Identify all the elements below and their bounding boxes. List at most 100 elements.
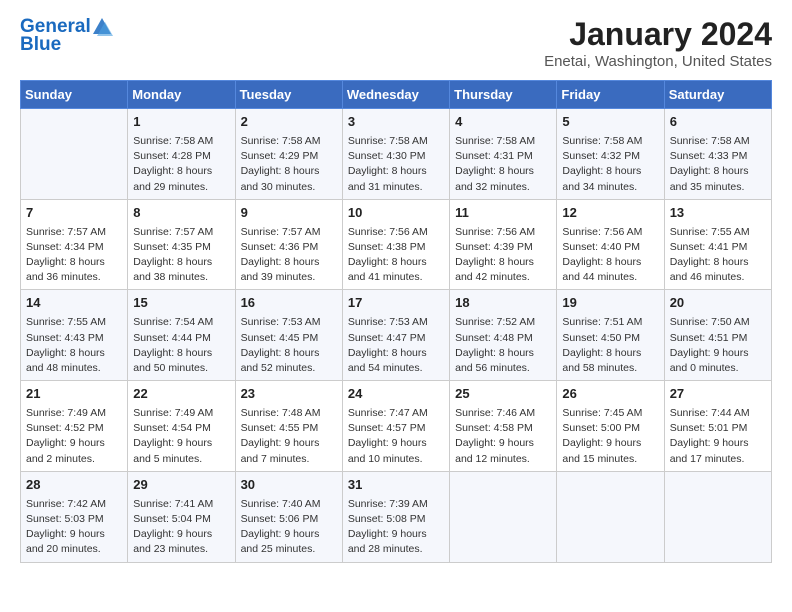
cell-info: Sunrise: 7:46 AM Sunset: 4:58 PM Dayligh… <box>455 406 551 467</box>
date-number: 14 <box>26 294 122 313</box>
date-number: 11 <box>455 204 551 223</box>
date-number: 21 <box>26 385 122 404</box>
cell-info: Sunrise: 7:39 AM Sunset: 5:08 PM Dayligh… <box>348 497 444 558</box>
calendar-cell: 9 Sunrise: 7:57 AM Sunset: 4:36 PM Daylig… <box>235 199 342 290</box>
calendar-cell <box>664 471 771 562</box>
calendar-cell: 1 Sunrise: 7:58 AM Sunset: 4:28 PM Daylig… <box>128 109 235 200</box>
logo: General Blue <box>20 16 113 56</box>
date-number: 30 <box>241 476 337 495</box>
date-number: 1 <box>133 113 229 132</box>
week-row-5: 28Sunrise: 7:42 AM Sunset: 5:03 PM Dayli… <box>21 471 772 562</box>
date-number: 3 <box>348 113 444 132</box>
cell-info: Sunrise: 7:44 AM Sunset: 5:01 PM Dayligh… <box>670 406 766 467</box>
cell-info: Sunrise: 7:58 AM Sunset: 4:31 PM Dayligh… <box>455 134 551 195</box>
calendar-cell: 30 Sunrise: 7:40 AM Sunset: 5:06 PM Dayli… <box>235 471 342 562</box>
date-number: 31 <box>348 476 444 495</box>
date-number: 13 <box>670 204 766 223</box>
calendar-cell: 12Sunrise: 7:56 AM Sunset: 4:40 PM Dayli… <box>557 199 664 290</box>
cell-info: Sunrise: 7:49 AM Sunset: 4:54 PM Dayligh… <box>133 406 229 467</box>
date-number: 16 <box>241 294 337 313</box>
date-number: 22 <box>133 385 229 404</box>
calendar-cell: 27Sunrise: 7:44 AM Sunset: 5:01 PM Dayli… <box>664 381 771 472</box>
day-header-saturday: Saturday <box>664 81 771 109</box>
date-number: 23 <box>241 385 337 404</box>
date-number: 15 <box>133 294 229 313</box>
calendar-cell: 11 Sunrise: 7:56 AM Sunset: 4:39 PM Dayli… <box>450 199 557 290</box>
calendar-cell: 16 Sunrise: 7:53 AM Sunset: 4:45 PM Dayli… <box>235 290 342 381</box>
calendar-cell: 25 Sunrise: 7:46 AM Sunset: 4:58 PM Dayli… <box>450 381 557 472</box>
date-number: 29 <box>133 476 229 495</box>
cell-info: Sunrise: 7:56 AM Sunset: 4:38 PM Dayligh… <box>348 225 444 286</box>
cell-info: Sunrise: 7:58 AM Sunset: 4:33 PM Dayligh… <box>670 134 766 195</box>
date-number: 18 <box>455 294 551 313</box>
calendar-cell: 6 Sunrise: 7:58 AM Sunset: 4:33 PM Daylig… <box>664 109 771 200</box>
calendar-cell: 22 Sunrise: 7:49 AM Sunset: 4:54 PM Dayli… <box>128 381 235 472</box>
calendar-cell: 3 Sunrise: 7:58 AM Sunset: 4:30 PM Daylig… <box>342 109 449 200</box>
cell-info: Sunrise: 7:48 AM Sunset: 4:55 PM Dayligh… <box>241 406 337 467</box>
date-number: 24 <box>348 385 444 404</box>
logo-blue-text: Blue <box>20 34 61 56</box>
calendar-cell: 2 Sunrise: 7:58 AM Sunset: 4:29 PM Daylig… <box>235 109 342 200</box>
week-row-4: 21 Sunrise: 7:49 AM Sunset: 4:52 PM Dayli… <box>21 381 772 472</box>
cell-info: Sunrise: 7:56 AM Sunset: 4:40 PM Dayligh… <box>562 225 658 286</box>
calendar-cell: 18 Sunrise: 7:52 AM Sunset: 4:48 PM Dayli… <box>450 290 557 381</box>
date-number: 25 <box>455 385 551 404</box>
cell-info: Sunrise: 7:57 AM Sunset: 4:36 PM Dayligh… <box>241 225 337 286</box>
cell-info: Sunrise: 7:58 AM Sunset: 4:32 PM Dayligh… <box>562 134 658 195</box>
calendar-cell: 15 Sunrise: 7:54 AM Sunset: 4:44 PM Dayli… <box>128 290 235 381</box>
calendar-cell: 10 Sunrise: 7:56 AM Sunset: 4:38 PM Dayli… <box>342 199 449 290</box>
date-number: 17 <box>348 294 444 313</box>
cell-info: Sunrise: 7:47 AM Sunset: 4:57 PM Dayligh… <box>348 406 444 467</box>
page: General Blue January 2024 Enetai, Washin… <box>0 0 792 612</box>
date-number: 2 <box>241 113 337 132</box>
title-block: January 2024 Enetai, Washington, United … <box>544 16 772 70</box>
cell-info: Sunrise: 7:52 AM Sunset: 4:48 PM Dayligh… <box>455 315 551 376</box>
cell-info: Sunrise: 7:41 AM Sunset: 5:04 PM Dayligh… <box>133 497 229 558</box>
calendar-cell: 26 Sunrise: 7:45 AM Sunset: 5:00 PM Dayli… <box>557 381 664 472</box>
week-row-3: 14Sunrise: 7:55 AM Sunset: 4:43 PM Dayli… <box>21 290 772 381</box>
cell-info: Sunrise: 7:57 AM Sunset: 4:35 PM Dayligh… <box>133 225 229 286</box>
date-number: 8 <box>133 204 229 223</box>
date-number: 26 <box>562 385 658 404</box>
calendar-cell: 24 Sunrise: 7:47 AM Sunset: 4:57 PM Dayli… <box>342 381 449 472</box>
calendar-cell: 28Sunrise: 7:42 AM Sunset: 5:03 PM Dayli… <box>21 471 128 562</box>
date-number: 6 <box>670 113 766 132</box>
cell-info: Sunrise: 7:49 AM Sunset: 4:52 PM Dayligh… <box>26 406 122 467</box>
date-number: 10 <box>348 204 444 223</box>
calendar-cell: 20Sunrise: 7:50 AM Sunset: 4:51 PM Dayli… <box>664 290 771 381</box>
calendar-cell: 23 Sunrise: 7:48 AM Sunset: 4:55 PM Dayli… <box>235 381 342 472</box>
cell-info: Sunrise: 7:56 AM Sunset: 4:39 PM Dayligh… <box>455 225 551 286</box>
cell-info: Sunrise: 7:54 AM Sunset: 4:44 PM Dayligh… <box>133 315 229 376</box>
calendar-cell: 7Sunrise: 7:57 AM Sunset: 4:34 PM Daylig… <box>21 199 128 290</box>
calendar-cell: 14Sunrise: 7:55 AM Sunset: 4:43 PM Dayli… <box>21 290 128 381</box>
date-number: 5 <box>562 113 658 132</box>
cell-info: Sunrise: 7:40 AM Sunset: 5:06 PM Dayligh… <box>241 497 337 558</box>
cell-info: Sunrise: 7:53 AM Sunset: 4:45 PM Dayligh… <box>241 315 337 376</box>
calendar-cell: 5 Sunrise: 7:58 AM Sunset: 4:32 PM Daylig… <box>557 109 664 200</box>
cell-info: Sunrise: 7:53 AM Sunset: 4:47 PM Dayligh… <box>348 315 444 376</box>
calendar-cell: 4 Sunrise: 7:58 AM Sunset: 4:31 PM Daylig… <box>450 109 557 200</box>
day-header-thursday: Thursday <box>450 81 557 109</box>
day-header-wednesday: Wednesday <box>342 81 449 109</box>
cell-info: Sunrise: 7:58 AM Sunset: 4:30 PM Dayligh… <box>348 134 444 195</box>
cell-info: Sunrise: 7:55 AM Sunset: 4:41 PM Dayligh… <box>670 225 766 286</box>
calendar-cell: 8 Sunrise: 7:57 AM Sunset: 4:35 PM Daylig… <box>128 199 235 290</box>
date-number: 7 <box>26 204 122 223</box>
date-number: 9 <box>241 204 337 223</box>
calendar-cell: 31 Sunrise: 7:39 AM Sunset: 5:08 PM Dayli… <box>342 471 449 562</box>
date-number: 4 <box>455 113 551 132</box>
calendar-cell <box>557 471 664 562</box>
cell-info: Sunrise: 7:45 AM Sunset: 5:00 PM Dayligh… <box>562 406 658 467</box>
cell-info: Sunrise: 7:58 AM Sunset: 4:28 PM Dayligh… <box>133 134 229 195</box>
day-header-monday: Monday <box>128 81 235 109</box>
calendar-cell: 13 Sunrise: 7:55 AM Sunset: 4:41 PM Dayli… <box>664 199 771 290</box>
month-year-title: January 2024 <box>544 16 772 53</box>
calendar-cell: 19Sunrise: 7:51 AM Sunset: 4:50 PM Dayli… <box>557 290 664 381</box>
date-number: 19 <box>562 294 658 313</box>
day-header-tuesday: Tuesday <box>235 81 342 109</box>
logo-icon <box>91 16 113 38</box>
days-header-row: SundayMondayTuesdayWednesdayThursdayFrid… <box>21 81 772 109</box>
location-subtitle: Enetai, Washington, United States <box>544 53 772 70</box>
cell-info: Sunrise: 7:58 AM Sunset: 4:29 PM Dayligh… <box>241 134 337 195</box>
date-number: 28 <box>26 476 122 495</box>
